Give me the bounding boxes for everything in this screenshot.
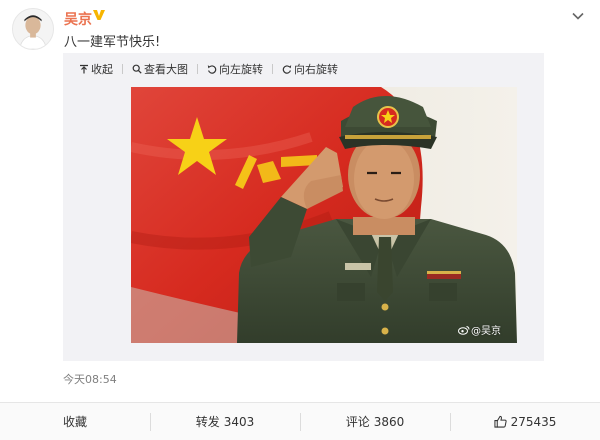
post-photo[interactable]: @吴京 bbox=[131, 87, 517, 343]
watermark-text: @吴京 bbox=[471, 326, 501, 337]
photo-watermark: @吴京 bbox=[458, 322, 501, 337]
toolbar-divider bbox=[197, 64, 198, 74]
rotate-left-button[interactable]: 向左旋转 bbox=[207, 61, 263, 77]
toolbar-divider bbox=[272, 64, 273, 74]
repost-count: 3403 bbox=[223, 414, 255, 429]
avatar-portrait bbox=[13, 9, 53, 49]
view-large-label: 查看大图 bbox=[144, 63, 188, 76]
rotate-right-label: 向右旋转 bbox=[294, 63, 338, 76]
favorite-button[interactable]: 收藏 bbox=[0, 403, 150, 440]
thumbs-up-icon bbox=[494, 415, 507, 428]
post-action-bar: 收藏 转发 3403 评论 3860 275435 bbox=[0, 402, 600, 440]
like-button[interactable]: 275435 bbox=[450, 403, 600, 440]
comment-button[interactable]: 评论 3860 bbox=[300, 403, 450, 440]
post-timestamp[interactable]: 今天08:54 bbox=[63, 371, 117, 387]
weibo-logo-icon bbox=[458, 325, 470, 335]
rotate-right-icon bbox=[282, 65, 292, 74]
media-container: 收起 查看大图 向左旋转 向右旋转 @吴京 bbox=[63, 53, 544, 361]
repost-button[interactable]: 转发 3403 bbox=[150, 403, 300, 440]
view-large-button[interactable]: 查看大图 bbox=[132, 61, 188, 77]
rotate-left-label: 向左旋转 bbox=[219, 63, 263, 76]
avatar[interactable] bbox=[12, 8, 54, 50]
collapse-button[interactable]: 收起 bbox=[79, 61, 113, 77]
chevron-down-icon[interactable] bbox=[572, 11, 584, 21]
weibo-post-card: 吴京 八一建军节快乐! 收起 查看大图 向左旋转 向右旋转 @吴京 今天08:5… bbox=[0, 0, 600, 440]
rotate-left-icon bbox=[207, 65, 217, 74]
toolbar-divider bbox=[122, 64, 123, 74]
author-name[interactable]: 吴京 bbox=[64, 9, 92, 29]
magnifier-icon bbox=[132, 64, 142, 74]
like-count: 275435 bbox=[510, 414, 557, 429]
favorite-label: 收藏 bbox=[62, 415, 87, 429]
rotate-right-button[interactable]: 向右旋转 bbox=[282, 61, 338, 77]
photo-illustration bbox=[131, 87, 517, 343]
comment-label: 评论 bbox=[345, 415, 370, 429]
collapse-label: 收起 bbox=[91, 63, 113, 76]
arrow-up-icon bbox=[80, 64, 88, 74]
repost-label: 转发 bbox=[195, 415, 220, 429]
verified-v-icon bbox=[93, 10, 105, 20]
media-toolbar: 收起 查看大图 向左旋转 向右旋转 bbox=[63, 53, 544, 85]
comment-count: 3860 bbox=[373, 414, 405, 429]
post-text: 八一建军节快乐! bbox=[64, 35, 161, 50]
